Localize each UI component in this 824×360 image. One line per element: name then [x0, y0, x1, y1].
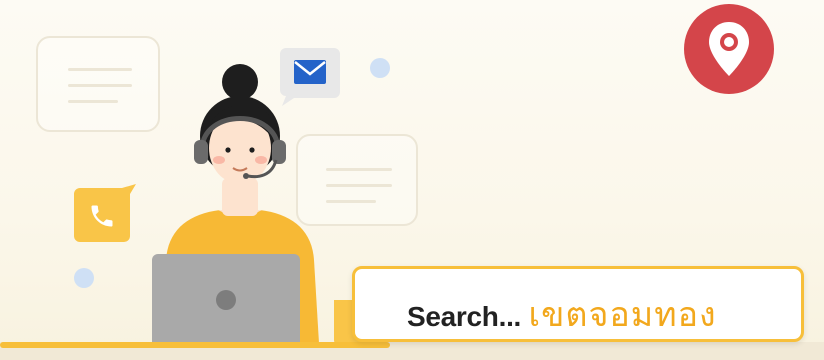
- decorative-dot: [74, 268, 94, 288]
- phone-icon: [91, 205, 113, 227]
- search-term: เขตจอมทอง: [528, 296, 717, 334]
- search-box[interactable]: Search... เขตจอมทอง: [352, 266, 804, 342]
- location-badge: [684, 4, 774, 94]
- support-banner: Search... เขตจอมทอง: [0, 0, 824, 360]
- map-pin-icon: [709, 22, 749, 76]
- search-prefix: Search...: [407, 301, 522, 332]
- phone-bubble: [72, 184, 136, 244]
- search-query: Search... เขตจอมทอง: [407, 287, 717, 341]
- laptop: [152, 254, 300, 346]
- decorative-dot: [370, 58, 390, 78]
- laptop-logo: [216, 290, 236, 310]
- desk-edge: [0, 342, 390, 348]
